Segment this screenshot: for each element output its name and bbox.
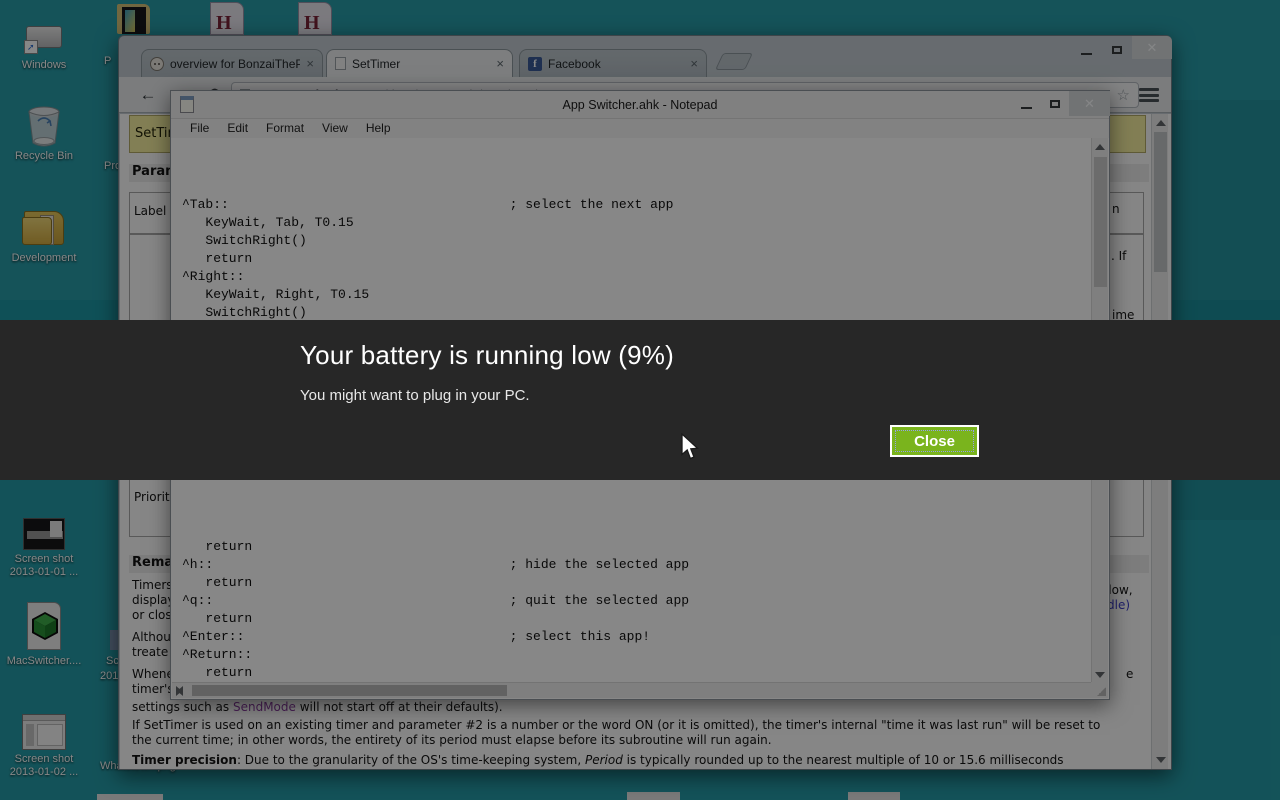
notification-close-button[interactable]: Close [890,425,979,457]
mouse-cursor [679,433,701,466]
screen: H H ➚ Windows Recycle Bin [0,0,1280,800]
focus-outline [895,430,974,452]
battery-notification: Your battery is running low (9%) You mig… [0,320,1280,480]
notification-title: Your battery is running low (9%) [300,340,674,371]
notification-message: You might want to plug in your PC. [300,387,530,404]
